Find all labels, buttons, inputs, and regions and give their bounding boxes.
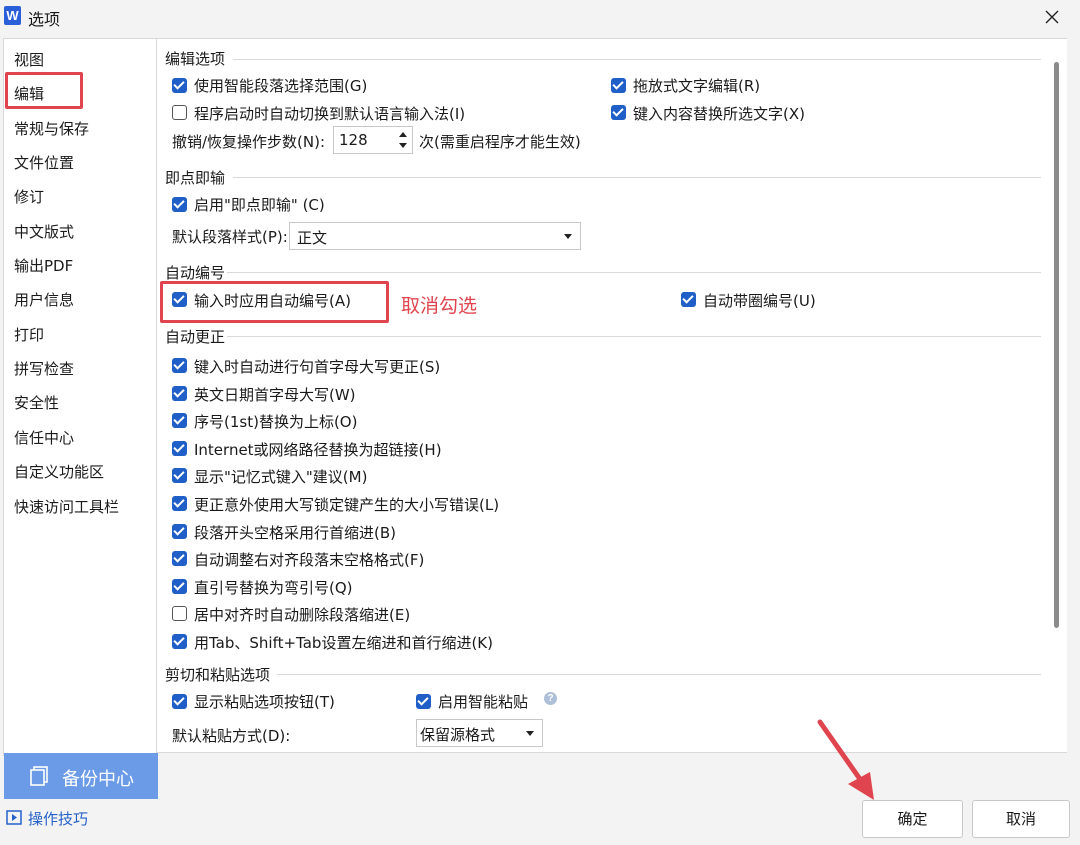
default-style-select[interactable]: 正文 xyxy=(289,222,581,250)
cancel-button[interactable]: 取消 xyxy=(972,800,1070,838)
autocorrect-checkbox[interactable] xyxy=(172,496,187,511)
auto-switch-ime-label: 程序启动时自动切换到默认语言输入法(I) xyxy=(194,105,466,123)
window-title: 选项 xyxy=(28,10,61,29)
annotation-uncheck: 取消勾选 xyxy=(401,295,478,317)
dropdown-arrow-icon xyxy=(526,731,534,736)
tips-label: 操作技巧 xyxy=(28,810,89,828)
sidebar-item-trust-center[interactable]: 信任中心 xyxy=(14,427,74,448)
backup-center-label: 备份中心 xyxy=(62,769,134,790)
autocorrect-label: 键入时自动进行句首字母大写更正(S) xyxy=(194,358,441,376)
close-button[interactable] xyxy=(1024,0,1080,34)
autocorrect-checkbox[interactable] xyxy=(172,579,187,594)
undo-steps-suffix: 次(需重启程序才能生效) xyxy=(419,133,581,151)
circled-numbering-label: 自动带圈编号(U) xyxy=(703,292,816,310)
drag-drop-label: 拖放式文字编辑(R) xyxy=(633,77,761,95)
auto-switch-ime-checkbox[interactable] xyxy=(172,105,187,120)
autocorrect-label: 段落开头空格采用行首缩进(B) xyxy=(194,524,396,542)
sidebar-item-security[interactable]: 安全性 xyxy=(14,392,59,413)
autocorrect-label: 显示"记忆式键入"建议(M) xyxy=(194,468,368,486)
scrollbar-thumb[interactable] xyxy=(1054,62,1059,628)
section-divider xyxy=(233,177,1041,178)
default-style-label: 默认段落样式(P): xyxy=(172,228,288,246)
sidebar-item-customize-ribbon[interactable]: 自定义功能区 xyxy=(14,461,104,482)
sidebar-item-revision[interactable]: 修订 xyxy=(14,186,44,207)
section-divider xyxy=(227,336,1041,337)
options-sidebar: 视图 编辑 常规与保存 文件位置 修订 中文版式 输出PDF 用户信息 打印 拼… xyxy=(3,38,157,756)
section-divider xyxy=(233,59,1041,60)
section-title-edit-options: 编辑选项 xyxy=(165,50,226,68)
autocorrect-checkbox[interactable] xyxy=(172,524,187,539)
click-and-type-label: 启用"即点即输" (C) xyxy=(194,196,325,214)
autocorrect-checkbox[interactable] xyxy=(172,386,187,401)
backup-center-button[interactable]: 备份中心 xyxy=(4,753,158,799)
sidebar-item-spell-check[interactable]: 拼写检查 xyxy=(14,358,74,379)
autocorrect-checkbox[interactable] xyxy=(172,634,187,649)
sidebar-item-export-pdf[interactable]: 输出PDF xyxy=(14,255,73,276)
autocorrect-checkbox[interactable] xyxy=(172,413,187,428)
default-style-value: 正文 xyxy=(297,229,328,247)
sidebar-item-view[interactable]: 视图 xyxy=(14,49,44,70)
section-title-click-and-type: 即点即输 xyxy=(165,169,226,187)
close-icon xyxy=(1045,10,1059,24)
sidebar-item-general-save[interactable]: 常规与保存 xyxy=(14,118,89,139)
smart-paste-label: 启用智能粘贴 xyxy=(438,693,529,711)
sidebar-item-quick-access-toolbar[interactable]: 快速访问工具栏 xyxy=(14,496,119,517)
autocorrect-label: Internet或网络路径替换为超链接(H) xyxy=(194,441,442,459)
autocorrect-label: 直引号替换为弯引号(Q) xyxy=(194,579,353,597)
autocorrect-label: 用Tab、Shift+Tab设置左缩进和首行缩进(K) xyxy=(194,634,493,652)
click-and-type-checkbox[interactable] xyxy=(172,197,187,212)
highlight-box-auto-numbering xyxy=(160,281,389,323)
sidebar-item-print[interactable]: 打印 xyxy=(14,324,44,345)
autocorrect-label: 更正意外使用大写锁定键产生的大小写错误(L) xyxy=(194,496,500,514)
show-paste-button-checkbox[interactable] xyxy=(172,694,187,709)
sidebar-item-user-info[interactable]: 用户信息 xyxy=(14,289,74,310)
autocorrect-label: 自动调整右对齐段落末空格格式(F) xyxy=(194,551,425,569)
typing-replaces-label: 键入内容替换所选文字(X) xyxy=(633,105,805,123)
section-divider xyxy=(227,272,1041,273)
smart-select-checkbox[interactable] xyxy=(172,78,187,93)
sidebar-item-chinese-layout[interactable]: 中文版式 xyxy=(14,221,74,242)
wps-writer-icon: W xyxy=(4,6,21,25)
show-paste-button-label: 显示粘贴选项按钮(T) xyxy=(194,693,335,711)
undo-steps-label: 撤销/恢复操作步数(N): xyxy=(172,133,326,151)
spin-down-icon[interactable] xyxy=(396,140,410,152)
autocorrect-checkbox[interactable] xyxy=(172,606,187,621)
autocorrect-checkbox[interactable] xyxy=(172,551,187,566)
highlight-box-edit xyxy=(5,72,83,109)
annotation-arrow-icon xyxy=(817,719,874,800)
default-paste-label: 默认粘贴方式(D): xyxy=(172,727,291,745)
autocorrect-checkbox[interactable] xyxy=(172,441,187,456)
autocorrect-checkbox[interactable] xyxy=(172,468,187,483)
undo-steps-value: 128 xyxy=(339,131,368,149)
section-divider xyxy=(277,674,1041,675)
edit-options-panel: 编辑选项 使用智能段落选择范围(G) 拖放式文字编辑(R) 程序启动时自动切换到… xyxy=(157,38,1047,753)
autocorrect-checkbox[interactable] xyxy=(172,358,187,373)
autocorrect-label: 居中对齐时自动删除段落缩进(E) xyxy=(194,606,411,624)
section-title-autocorrect: 自动更正 xyxy=(165,328,226,346)
typing-replaces-checkbox[interactable] xyxy=(611,105,626,120)
autocorrect-label: 英文日期首字母大写(W) xyxy=(194,386,356,404)
circled-numbering-checkbox[interactable] xyxy=(681,292,696,307)
help-icon[interactable]: ? xyxy=(544,692,557,705)
default-paste-select[interactable]: 保留源格式 xyxy=(416,719,543,747)
backup-icon xyxy=(30,766,48,786)
title-bar: W 选项 xyxy=(0,0,1080,34)
section-title-auto-numbering: 自动编号 xyxy=(165,264,226,282)
play-tutorial-icon xyxy=(6,810,22,825)
undo-steps-stepper[interactable]: 128 xyxy=(333,126,413,154)
default-paste-value: 保留源格式 xyxy=(420,726,496,744)
smart-paste-checkbox[interactable] xyxy=(416,694,431,709)
drag-drop-checkbox[interactable] xyxy=(611,78,626,93)
section-title-cut-paste: 剪切和粘贴选项 xyxy=(165,666,271,684)
sidebar-item-file-location[interactable]: 文件位置 xyxy=(14,152,74,173)
autocorrect-label: 序号(1st)替换为上标(O) xyxy=(194,413,358,431)
smart-select-label: 使用智能段落选择范围(G) xyxy=(194,77,368,95)
dropdown-arrow-icon xyxy=(564,234,572,239)
spin-up-icon[interactable] xyxy=(396,128,410,140)
